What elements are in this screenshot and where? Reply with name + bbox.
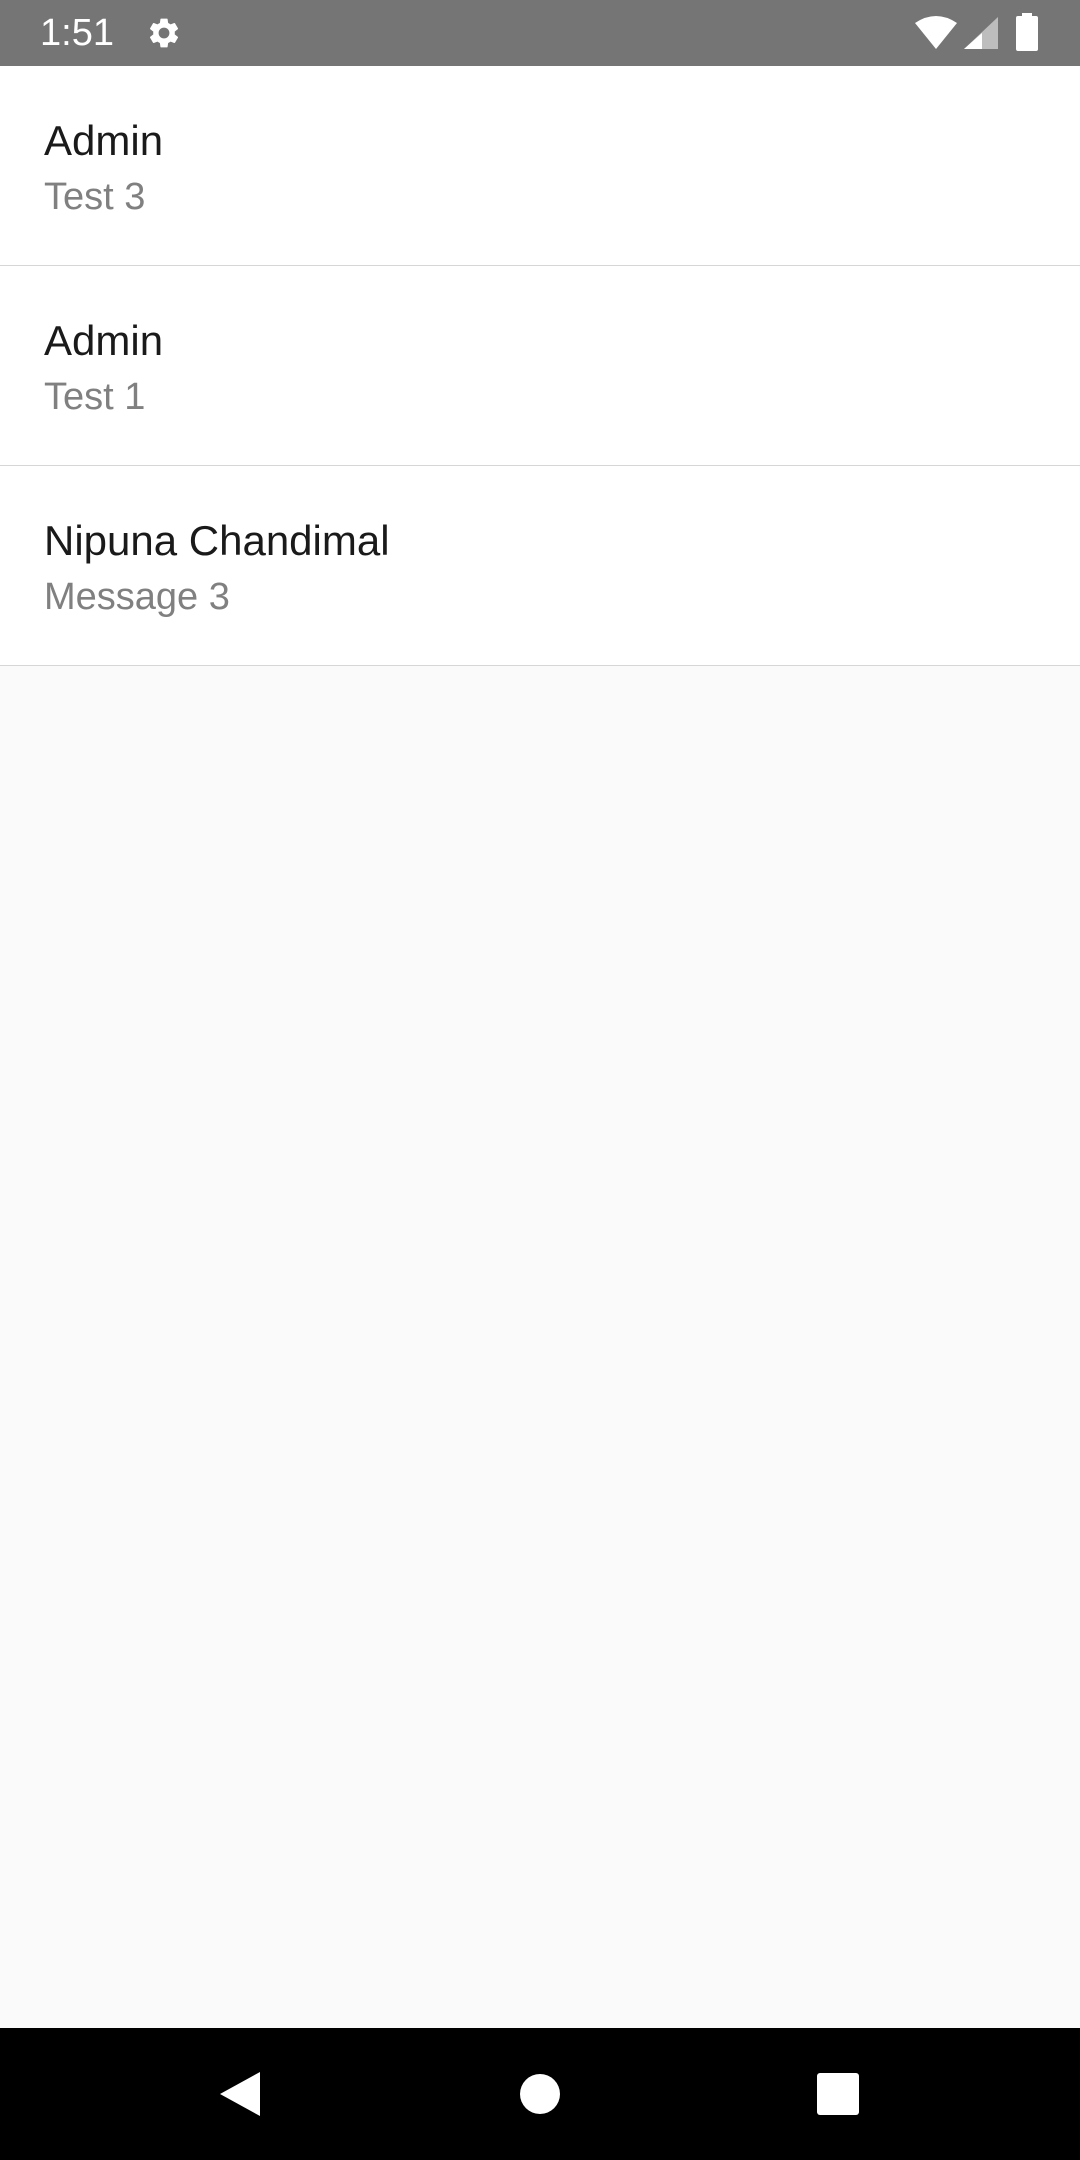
message-sender: Admin [44, 317, 164, 364]
gear-icon [150, 18, 179, 48]
recents-icon[interactable] [812, 2068, 864, 2120]
message-preview: Test 3 [44, 176, 146, 218]
battery-icon [1016, 13, 1038, 51]
status-time: 1:51 [40, 12, 114, 54]
message-preview: Message 3 [44, 576, 230, 618]
back-icon[interactable] [214, 2068, 266, 2120]
list-item[interactable]: Admin Test 1 [0, 266, 1080, 466]
list-item[interactable]: Admin Test 3 [0, 66, 1080, 266]
wifi-icon [915, 16, 957, 49]
status-bar: 1:51 [0, 0, 1080, 66]
list-item[interactable]: Nipuna Chandimal Message 3 [0, 466, 1080, 666]
message-list: Admin Test 3 Admin Test 1 Nipuna Chandim… [0, 66, 1080, 666]
navigation-bar [0, 2028, 1080, 2160]
message-sender: Nipuna Chandimal [44, 517, 390, 564]
message-preview: Test 1 [44, 376, 146, 418]
message-sender: Admin [44, 117, 164, 164]
home-icon[interactable] [514, 2068, 566, 2120]
signal-icon [964, 17, 998, 49]
app-screen: 1:51 Admin Test 3 Admin Test 1 Nipuna Ch… [0, 0, 1080, 2160]
